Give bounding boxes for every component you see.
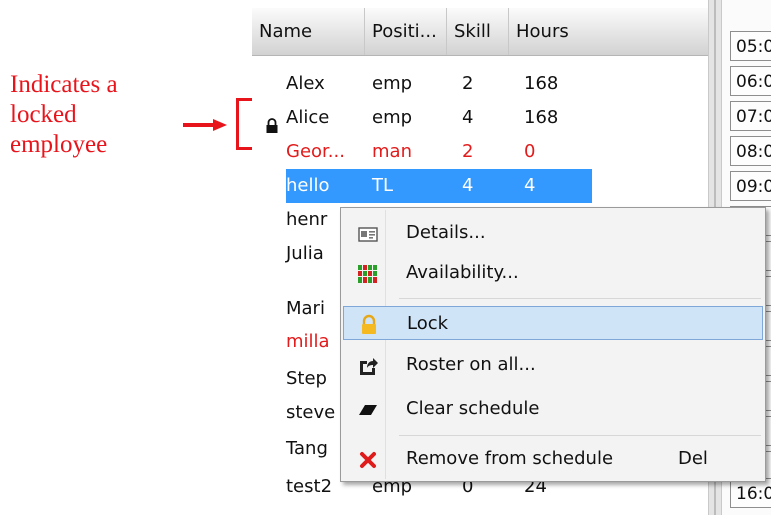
table-row[interactable]: Geor... man 2 0 [286,135,592,169]
time-slot[interactable]: 16:0 [730,478,771,508]
cell-skill: 2 [462,73,474,94]
cell-skill: 2 [462,141,474,162]
cell-name: steve [286,402,336,423]
menu-item-label: Remove from schedule [406,448,614,469]
column-header-name[interactable]: Name [252,8,364,55]
grid-header: Name Positi... Skill Hours [252,8,708,56]
cell-position: emp [372,107,413,128]
cell-position: TL [372,175,394,196]
table-row[interactable]: Alex emp 2 168 [286,67,592,101]
cell-name: milla [286,331,330,352]
menu-item-details[interactable]: Details... [343,216,763,250]
column-header-skill[interactable]: Skill [446,8,508,55]
menu-item-label: Availability... [406,262,519,283]
menu-item-remove-from-schedule[interactable]: Remove from schedule Del [343,442,763,476]
menu-item-shortcut: Del [678,448,708,469]
lock-icon [362,314,376,334]
cell-name: hello [286,175,330,196]
table-row-selected[interactable]: hello TL 4 4 [286,169,592,203]
menu-separator [399,298,761,299]
menu-item-label: Roster on all... [406,354,536,375]
cell-name: Step [286,368,327,389]
time-slot[interactable]: 05:0 [730,31,771,61]
cell-skill: 4 [462,175,474,196]
cell-hours: 168 [524,73,559,94]
share-icon [360,358,378,375]
time-slot[interactable]: 09:0 [730,171,771,201]
cell-name: Mari [286,298,325,319]
cell-skill: 4 [462,107,474,128]
column-header-position[interactable]: Positi... [364,8,446,55]
id-card-icon [358,227,378,242]
cell-name: henr [286,209,328,230]
cell-hours: 0 [524,141,536,162]
menu-separator [399,435,761,436]
context-menu: Details... Availability... Lock Roster o… [340,207,766,482]
menu-item-roster-on-all[interactable]: Roster on all... [343,348,763,382]
menu-item-clear-schedule[interactable]: Clear schedule [343,392,763,426]
menu-item-availability[interactable]: Availability... [343,256,763,290]
menu-item-label: Details... [406,222,486,243]
menu-item-label: Lock [407,313,449,334]
cell-name: Tang [286,438,328,459]
cell-name: test2 [286,476,333,497]
table-row[interactable]: Alice emp 4 168 [286,101,592,135]
locked-lock-icon [266,118,278,133]
menu-gutter-divider [385,210,386,479]
eraser-icon [359,405,377,415]
column-header-hours[interactable]: Hours [508,8,708,55]
cell-hours: 168 [524,107,559,128]
annotation-arrow-icon [183,119,227,131]
availability-grid-icon [358,265,377,283]
annotation-text: Indicates a locked employee [10,71,118,158]
cell-name: Alice [286,107,330,128]
time-slot[interactable]: 06:0 [730,66,771,96]
menu-item-lock[interactable]: Lock [343,306,763,340]
cell-position: man [372,141,412,162]
cell-name: Geor... [286,141,345,162]
menu-item-label: Clear schedule [406,398,540,419]
cell-name: Alex [286,73,325,94]
red-x-icon [360,452,376,468]
time-slot[interactable]: 07:0 [730,101,771,131]
time-slot[interactable]: 08:0 [730,136,771,166]
cell-name: Julia [286,243,324,264]
cell-position: emp [372,73,413,94]
cell-hours: 4 [524,175,536,196]
